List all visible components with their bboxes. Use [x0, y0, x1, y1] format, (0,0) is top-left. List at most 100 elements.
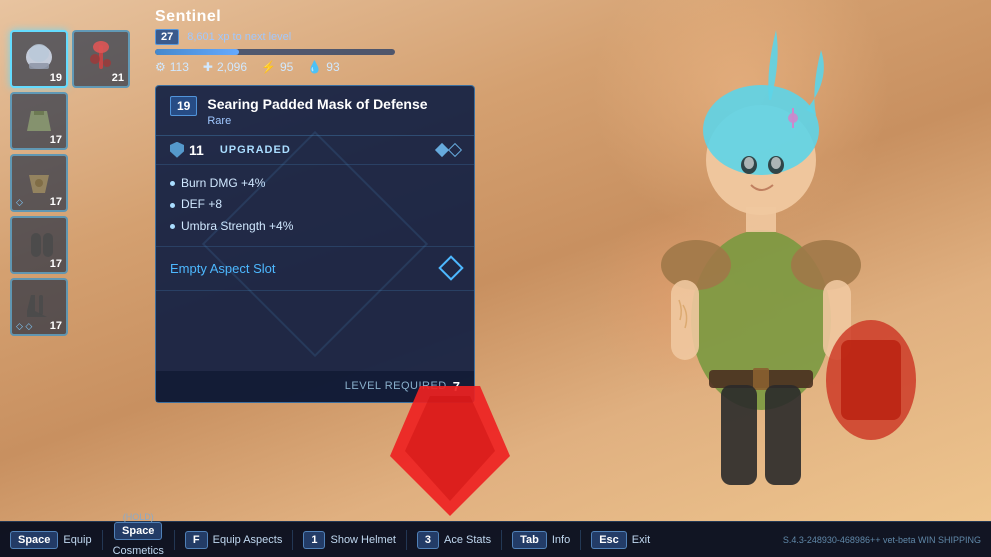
- item-panel-body: [156, 291, 474, 371]
- separator-6: [580, 530, 581, 550]
- xp-text: 8,601 xp to next level: [187, 31, 291, 43]
- item-stats-row: 11 UPGRADED: [156, 136, 474, 165]
- spirit-icon: 💧: [307, 60, 322, 74]
- key-3[interactable]: 3: [417, 531, 439, 549]
- xp-bar-fill: [155, 49, 239, 55]
- aspect-slot-label: Empty Aspect Slot: [170, 261, 276, 276]
- separator-4: [406, 530, 407, 550]
- perk-2: DEF +8: [170, 194, 460, 216]
- key-esc[interactable]: Esc: [591, 531, 627, 549]
- stat-health-val: 2,096: [217, 60, 247, 74]
- perk-3-text: Umbra Strength +4%: [181, 216, 293, 238]
- slot-helmet-level: 19: [50, 72, 62, 84]
- perk-3: Umbra Strength +4%: [170, 216, 460, 238]
- item-level-badge: 19: [170, 96, 197, 116]
- slot-row-2: 17: [10, 92, 150, 150]
- item-rarity: Rare: [207, 115, 460, 127]
- character-level-row: 27 8,601 xp to next level: [155, 29, 395, 45]
- slot-torso[interactable]: 17: [10, 92, 68, 150]
- key-f[interactable]: F: [185, 531, 208, 549]
- slot-boots[interactable]: 17 ◇ ◇: [10, 278, 68, 336]
- gem-icons: [437, 145, 460, 155]
- item-panel: 19 Searing Padded Mask of Defense Rare 1…: [155, 85, 475, 403]
- health-icon: ✚: [203, 60, 213, 74]
- keybind-equip-aspects: F Equip Aspects: [185, 531, 282, 549]
- key-space-cosmetics[interactable]: Space: [114, 522, 162, 540]
- slot-chest-diamond: ◇: [16, 197, 23, 208]
- key-space-equip[interactable]: Space: [10, 531, 58, 549]
- keybind-info: Tab Info: [512, 531, 570, 549]
- slot-helmet[interactable]: 19: [10, 30, 68, 88]
- keybind-show-helmet: 1 Show Helmet: [303, 531, 396, 549]
- version-text: S.4.3-248930-468986++ vet-beta WIN SHIPP…: [783, 535, 981, 545]
- keybind-cosmetics: (HOLD) Space Cosmetics: [113, 522, 164, 557]
- perk-1-text: Burn DMG +4%: [181, 173, 265, 195]
- arrow-pointer-svg: [390, 386, 510, 516]
- stat-power: ⚙ 113: [155, 60, 189, 74]
- slot-chest[interactable]: 17 ◇: [10, 154, 68, 212]
- character-panel: Sentinel 27 8,601 xp to next level ⚙ 113…: [155, 8, 395, 74]
- label-ace-stats: Ace Stats: [444, 534, 491, 546]
- stat-speed-val: 95: [280, 60, 293, 74]
- slot-row-3: 17 ◇: [10, 154, 150, 212]
- item-header: 19 Searing Padded Mask of Defense Rare: [156, 86, 474, 136]
- perk-bullet-3: [170, 224, 175, 229]
- stat-spirit-val: 93: [326, 60, 339, 74]
- stat-spirit: 💧 93: [307, 60, 339, 74]
- speed-icon: ⚡: [261, 60, 276, 74]
- stat-health: ✚ 2,096: [203, 60, 247, 74]
- label-cosmetics: Cosmetics: [113, 545, 164, 557]
- slot-torso-level: 17: [50, 134, 62, 146]
- label-info: Info: [552, 534, 570, 546]
- slot-legs[interactable]: 17: [10, 216, 68, 274]
- slot-row-4: 17: [10, 216, 150, 274]
- slot-weapon[interactable]: 21: [72, 30, 130, 88]
- label-show-helmet: Show Helmet: [330, 534, 395, 546]
- slot-legs-level: 17: [50, 258, 62, 270]
- aspect-diamond-icon: [438, 255, 463, 280]
- hold-label: (HOLD): [123, 512, 154, 522]
- label-equip: Equip: [63, 534, 91, 546]
- defense-num: 11: [189, 142, 204, 158]
- upgraded-badge: UPGRADED: [220, 144, 291, 156]
- item-perks: Burn DMG +4% DEF +8 Umbra Strength +4%: [156, 165, 474, 247]
- slot-row-5: 17 ◇ ◇: [10, 278, 150, 336]
- xp-bar-container: [155, 49, 395, 55]
- slot-weapon-level: 21: [112, 72, 124, 84]
- keybind-exit: Esc Exit: [591, 531, 650, 549]
- slot-boots-diamond: ◇ ◇: [16, 321, 32, 332]
- label-equip-aspects: Equip Aspects: [213, 534, 283, 546]
- character-figure: [561, 0, 961, 510]
- defense-value: 11: [170, 142, 204, 158]
- perk-1: Burn DMG +4%: [170, 173, 460, 195]
- separator-3: [292, 530, 293, 550]
- shield-icon: [170, 142, 184, 158]
- perk-2-text: DEF +8: [181, 194, 222, 216]
- separator-5: [501, 530, 502, 550]
- character-name: Sentinel: [155, 8, 395, 26]
- label-exit: Exit: [632, 534, 650, 546]
- key-1[interactable]: 1: [303, 531, 325, 549]
- key-tab[interactable]: Tab: [512, 531, 547, 549]
- separator-2: [174, 530, 175, 550]
- arrow-pointer-container: [390, 386, 510, 521]
- power-icon: ⚙: [155, 60, 166, 74]
- perk-bullet-1: [170, 181, 175, 186]
- slot-row-1: 19 21: [10, 30, 150, 88]
- item-title-block: Searing Padded Mask of Defense Rare: [207, 96, 460, 127]
- keybind-ace-stats: 3 Ace Stats: [417, 531, 491, 549]
- stat-power-val: 113: [170, 60, 189, 74]
- aspect-slot[interactable]: Empty Aspect Slot: [156, 247, 474, 291]
- perk-bullet-2: [170, 203, 175, 208]
- item-name: Searing Padded Mask of Defense: [207, 96, 460, 113]
- gem-empty-1: [448, 143, 462, 157]
- char-stats-row: ⚙ 113 ✚ 2,096 ⚡ 95 💧 93: [155, 60, 395, 74]
- character-level-badge: 27: [155, 29, 179, 45]
- slot-chest-level: 17: [50, 196, 62, 208]
- keybind-equip: Space Equip: [10, 531, 92, 549]
- stat-speed: ⚡ 95: [261, 60, 293, 74]
- bottom-bar: Space Equip (HOLD) Space Cosmetics F Equ…: [0, 521, 991, 557]
- slot-boots-level: 17: [50, 320, 62, 332]
- equipment-slots: 19 21 17 17 ◇: [10, 30, 150, 336]
- separator-1: [102, 530, 103, 550]
